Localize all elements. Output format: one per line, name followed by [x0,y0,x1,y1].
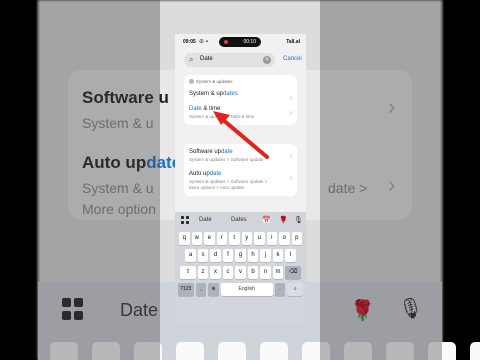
space-key[interactable]: English [220,283,273,296]
period-key[interactable]: . [274,283,286,296]
key[interactable]: n [260,266,271,279]
key[interactable]: f [222,249,234,262]
key[interactable]: y [241,232,252,245]
phone-screen: 09:05 ⊛ ▪ 00:10 Tall.al ⌕ Date × Cancel … [175,34,306,324]
status-time: 09:05 [183,39,196,45]
result-title: Auto update [189,171,222,177]
chevron-right-icon: › [289,93,292,102]
key[interactable]: c [222,266,234,279]
key[interactable]: z [197,266,209,279]
key[interactable]: i [266,232,277,245]
microphone-icon[interactable]: 🎙 [294,216,303,224]
dynamic-island: 00:10 [219,37,261,47]
section-header: System & updates [189,79,233,85]
shift-key-icon[interactable]: ⇧ [179,266,196,279]
key[interactable]: g [235,249,246,262]
key[interactable]: h [247,249,259,262]
result-path: System & updates > Software update > More… [189,179,268,190]
key[interactable]: s [197,249,209,262]
comma-key[interactable]: , [195,283,207,296]
result-date-time[interactable]: Date & time System & updates > Date & ti… [189,106,292,120]
recording-dot-icon [224,40,228,44]
result-title: Date & time [189,106,221,112]
recording-timer: 00:10 [243,39,256,45]
settings-gear-icon [189,79,194,85]
result-title: Software update [189,149,233,155]
key[interactable]: v [235,266,246,279]
key[interactable]: a [185,249,196,262]
key[interactable]: p [291,232,302,245]
numbers-key[interactable]: ?123 [177,283,194,296]
globe-key-icon[interactable]: ⊕ [208,283,219,296]
key[interactable]: e [204,232,215,245]
calendar-emoji-icon[interactable]: 📅 [262,216,271,224]
search-value: Date [200,56,213,62]
key-row-4: ?123 , ⊕ English . ⌕ [175,283,306,296]
key[interactable]: o [279,232,290,245]
apps-grid-icon[interactable] [181,216,189,224]
keyboard: Date Dates 📅 🌹 🎙 q w e r t y u i o p a s… [175,212,306,324]
key[interactable]: b [247,266,259,279]
chevron-right-icon: › [289,108,292,117]
results-card-system: System & updates System & updates › Date… [184,75,297,125]
key[interactable]: k [272,249,284,262]
suggestion-word[interactable]: Date [199,217,212,223]
key[interactable]: m [272,266,284,279]
results-card-updates: Software update System & updates > Softw… [184,144,297,196]
search-key-icon[interactable]: ⌕ [287,283,304,296]
key[interactable]: r [216,232,227,245]
key[interactable]: u [254,232,265,245]
result-path: System & updates > Software update [189,157,264,162]
search-icon: ⌕ [189,55,194,64]
clear-icon[interactable]: × [263,56,271,64]
status-icons: ⊛ ▪ [199,39,208,45]
status-signal: Tall.al [286,39,300,45]
key-row-2: a s d f g h j k l [175,249,306,262]
key[interactable]: t [229,232,240,245]
key[interactable]: j [260,249,271,262]
key[interactable]: d [210,249,221,262]
suggestion-bar: Date Dates 📅 🌹 🎙 [175,212,306,228]
result-title: System & updates [189,91,238,97]
cancel-button[interactable]: Cancel [283,56,302,62]
result-auto-update[interactable]: Auto update System & updates > Software … [189,171,292,190]
search-input[interactable]: ⌕ Date × [184,53,275,67]
key[interactable]: w [191,232,202,245]
backspace-key-icon[interactable]: ⌫ [285,266,302,279]
result-path: System & updates > Date & time [189,114,255,119]
rose-emoji-icon[interactable]: 🌹 [279,216,288,224]
key[interactable]: x [210,266,221,279]
chevron-right-icon: › [289,173,292,182]
result-system-updates[interactable]: System & updates › [189,91,292,102]
key[interactable]: q [179,232,190,245]
background-shade-right [320,0,442,360]
key[interactable]: l [285,249,296,262]
key-row-3: ⇧ z x c v b n m ⌫ [175,266,306,279]
status-bar: 09:05 ⊛ ▪ 00:10 Tall.al [175,34,306,48]
suggestion-word[interactable]: Dates [231,217,247,223]
background-shade-left [38,0,160,360]
chevron-right-icon: › [289,151,292,160]
key-row-1: q w e r t y u i o p [175,232,306,245]
result-software-update[interactable]: Software update System & updates > Softw… [189,149,292,163]
